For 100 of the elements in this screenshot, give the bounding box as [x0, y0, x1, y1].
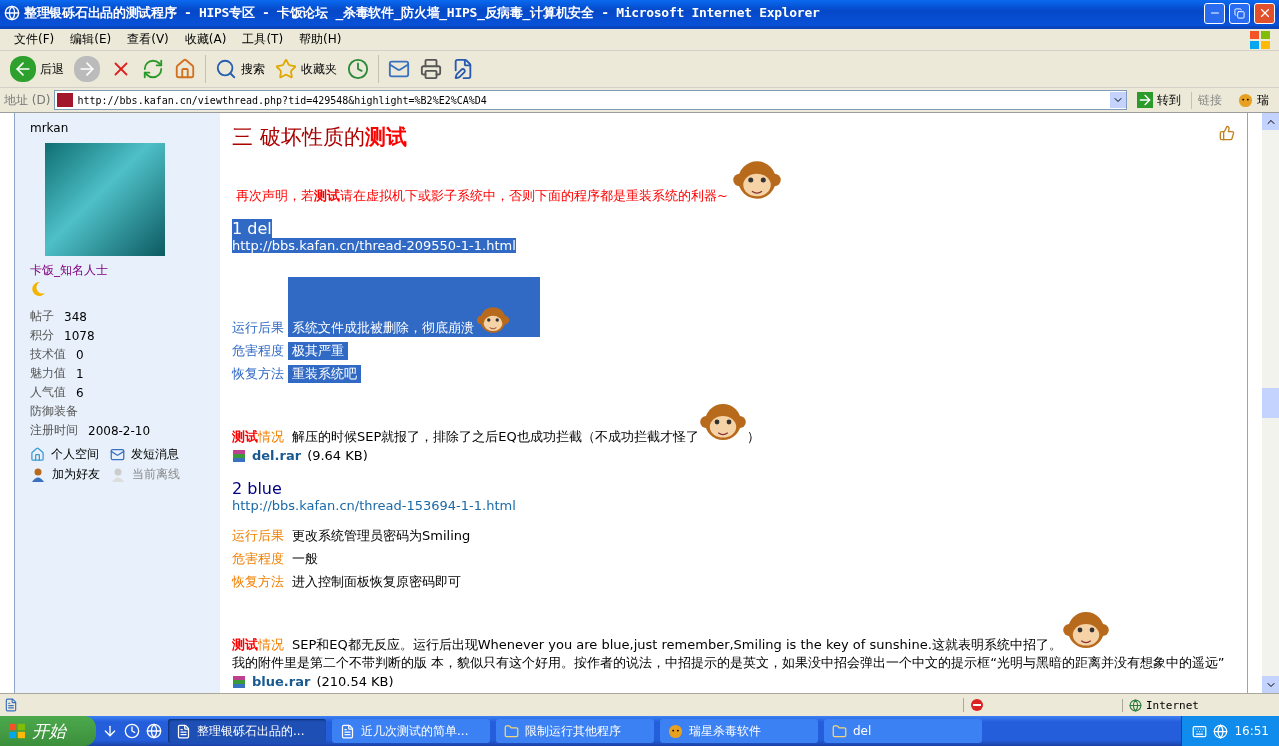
- menu-item[interactable]: 帮助(H): [291, 31, 350, 48]
- person-icon: [110, 466, 126, 483]
- scroll-thumb[interactable]: [1262, 388, 1279, 418]
- archive-icon: [232, 448, 246, 463]
- menu-item[interactable]: 工具(T): [234, 31, 292, 48]
- field-label: 恢复方法: [232, 365, 284, 383]
- favorites-button[interactable]: 收藏夹: [271, 56, 341, 82]
- minimize-button[interactable]: [1204, 2, 1225, 24]
- close-button[interactable]: [1254, 2, 1275, 24]
- dropdown-icon[interactable]: [1110, 92, 1126, 108]
- field-value: 更改系统管理员密码为Smiling: [291, 527, 472, 545]
- moon-icon: [30, 281, 46, 297]
- folder-icon: [832, 723, 847, 739]
- refresh-icon: [142, 58, 164, 80]
- flag-logo-icon: [8, 723, 26, 739]
- field-value: 进入控制面板恢复原密码即可: [291, 573, 462, 591]
- rank-label: 卡饭_知名人士: [30, 262, 109, 279]
- stat-value: 1078: [64, 328, 95, 343]
- arrow-left-icon: [10, 56, 36, 82]
- section-title: 1 del: [232, 219, 272, 238]
- menu-item[interactable]: 文件(F): [6, 31, 63, 48]
- address-label: 地址 (D): [4, 91, 51, 109]
- test-text: ）: [746, 428, 760, 446]
- taskbar-button[interactable]: 瑞星杀毒软件: [660, 719, 818, 743]
- site-icon: [57, 93, 74, 107]
- attachment-link[interactable]: blue.rar: [252, 674, 311, 689]
- document-icon: [176, 723, 191, 739]
- stat-value: 348: [64, 309, 87, 324]
- folder-icon: [504, 723, 519, 739]
- globe-icon: [1129, 698, 1142, 712]
- stat-value: 2008-2-10: [88, 423, 151, 438]
- test-label: 测试情况: [232, 428, 284, 446]
- taskbar-button[interactable]: 整理银砾石出品的...: [168, 719, 326, 743]
- test-label: 测试情况: [232, 636, 284, 654]
- field-label: 恢复方法: [232, 573, 284, 591]
- window-title: 整理银砾石出品的测试程序 - HIPS专区 - 卡饭论坛 _杀毒软件_防火墙_HIPS_反病毒_计算机安全 - Microsoft Internet Explorer: [24, 4, 821, 22]
- stat-value: 0: [76, 347, 84, 362]
- menu-item[interactable]: 收藏(A): [176, 31, 235, 48]
- profile-link[interactable]: 加为好友: [30, 466, 110, 483]
- blocked-icon: [970, 698, 984, 712]
- menu-item[interactable]: 查看(V): [119, 31, 177, 48]
- arrow-right-icon: [1137, 92, 1153, 108]
- test-text: 解压的时候SEP就报了，排除了之后EQ也成功拦截（不成功拦截才怪了: [292, 428, 699, 446]
- field-value: 极其严重: [288, 342, 348, 360]
- edit-icon: [452, 58, 474, 80]
- field-value: 一般: [291, 550, 319, 568]
- start-button[interactable]: 开始: [0, 716, 96, 746]
- person-icon: [30, 466, 46, 483]
- stat-value: 6: [76, 385, 84, 400]
- house-icon: [174, 58, 196, 80]
- username[interactable]: mrkan: [30, 121, 220, 135]
- field-label: 危害程度: [232, 550, 284, 568]
- test-text: 我的附件里是第二个不带判断的版 本，貌似只有这个好用。按作者的说法，中招提示的是英文，如果没中招会弹出一个中文的提示框“光明与黑暗的距离并没有想象中的遥远”: [232, 654, 1225, 672]
- stat-value: 1: [76, 366, 84, 381]
- zone-label: Internet: [1122, 698, 1275, 712]
- search-button[interactable]: 搜索: [211, 56, 269, 82]
- mail-icon: [110, 447, 125, 462]
- attachment-size: (9.64 KB): [307, 448, 368, 463]
- go-button[interactable]: 转到: [1131, 91, 1187, 109]
- taskbar-button[interactable]: del: [824, 719, 982, 743]
- thread-link[interactable]: http://bbs.kafan.cn/thread-209550-1-1.html: [232, 238, 516, 253]
- field-label: 危害程度: [232, 342, 284, 360]
- clock-icon: [347, 58, 369, 80]
- attachment-size: (210.54 KB): [316, 674, 394, 689]
- page-icon: [4, 698, 18, 712]
- thread-link[interactable]: http://bbs.kafan.cn/thread-153694-1-1.html: [232, 498, 516, 513]
- clock: 16:51: [1234, 724, 1269, 738]
- field-value: 系统文件成批被删除，彻底崩溃: [292, 319, 474, 337]
- printer-icon: [420, 58, 442, 80]
- section-title: 2 blue: [232, 479, 282, 498]
- flag-logo-icon: [1249, 29, 1271, 50]
- profile-link[interactable]: 发短消息: [110, 446, 200, 463]
- attachment-link[interactable]: del.rar: [252, 448, 302, 463]
- restore-icon: [1234, 7, 1245, 19]
- field-label: 运行后果: [232, 527, 284, 545]
- post-heading: 三 破坏性质的测试: [232, 124, 407, 151]
- address-field[interactable]: http://bbs.kafan.cn/viewthread.php?tid=429548&highlight=%B2%E2%CA%D4: [54, 90, 1127, 110]
- stat-label: 魅力值: [30, 365, 66, 382]
- restore-button[interactable]: [1229, 2, 1250, 24]
- profile-link[interactable]: 个人空间: [30, 446, 110, 463]
- field-value: 重装系统吧: [288, 365, 361, 383]
- mail-icon: [388, 58, 410, 80]
- notice-text: 再次声明，若测试请在虚拟机下或影子系统中，否则下面的程序都是重装系统的利器~: [235, 187, 728, 205]
- stat-label: 防御装备: [30, 403, 78, 420]
- back-button[interactable]: 后退: [6, 54, 68, 84]
- archive-icon: [232, 674, 246, 689]
- network-icon: [1213, 723, 1229, 739]
- scrollbar[interactable]: [1262, 113, 1279, 693]
- test-text: SEP和EQ都无反应。运行后出现Whenever you are blue,just remember,Smiling is the key of sunshine.这就表明系统中招了。: [292, 636, 1062, 654]
- taskbar-button[interactable]: 限制运行其他程序: [496, 719, 654, 743]
- stat-label: 积分: [30, 327, 54, 344]
- stat-label: 注册时间: [30, 422, 78, 439]
- keyboard-icon: [1192, 723, 1208, 739]
- menu-item[interactable]: 编辑(E): [62, 31, 120, 48]
- addon-button[interactable]: 瑞: [1232, 91, 1275, 109]
- search-icon: [215, 58, 237, 80]
- document-icon: [340, 723, 355, 739]
- taskbar-button[interactable]: 近几次测试的简单...: [332, 719, 490, 743]
- stat-label: 帖子: [30, 308, 54, 325]
- thumbs-up-icon: [1219, 125, 1235, 141]
